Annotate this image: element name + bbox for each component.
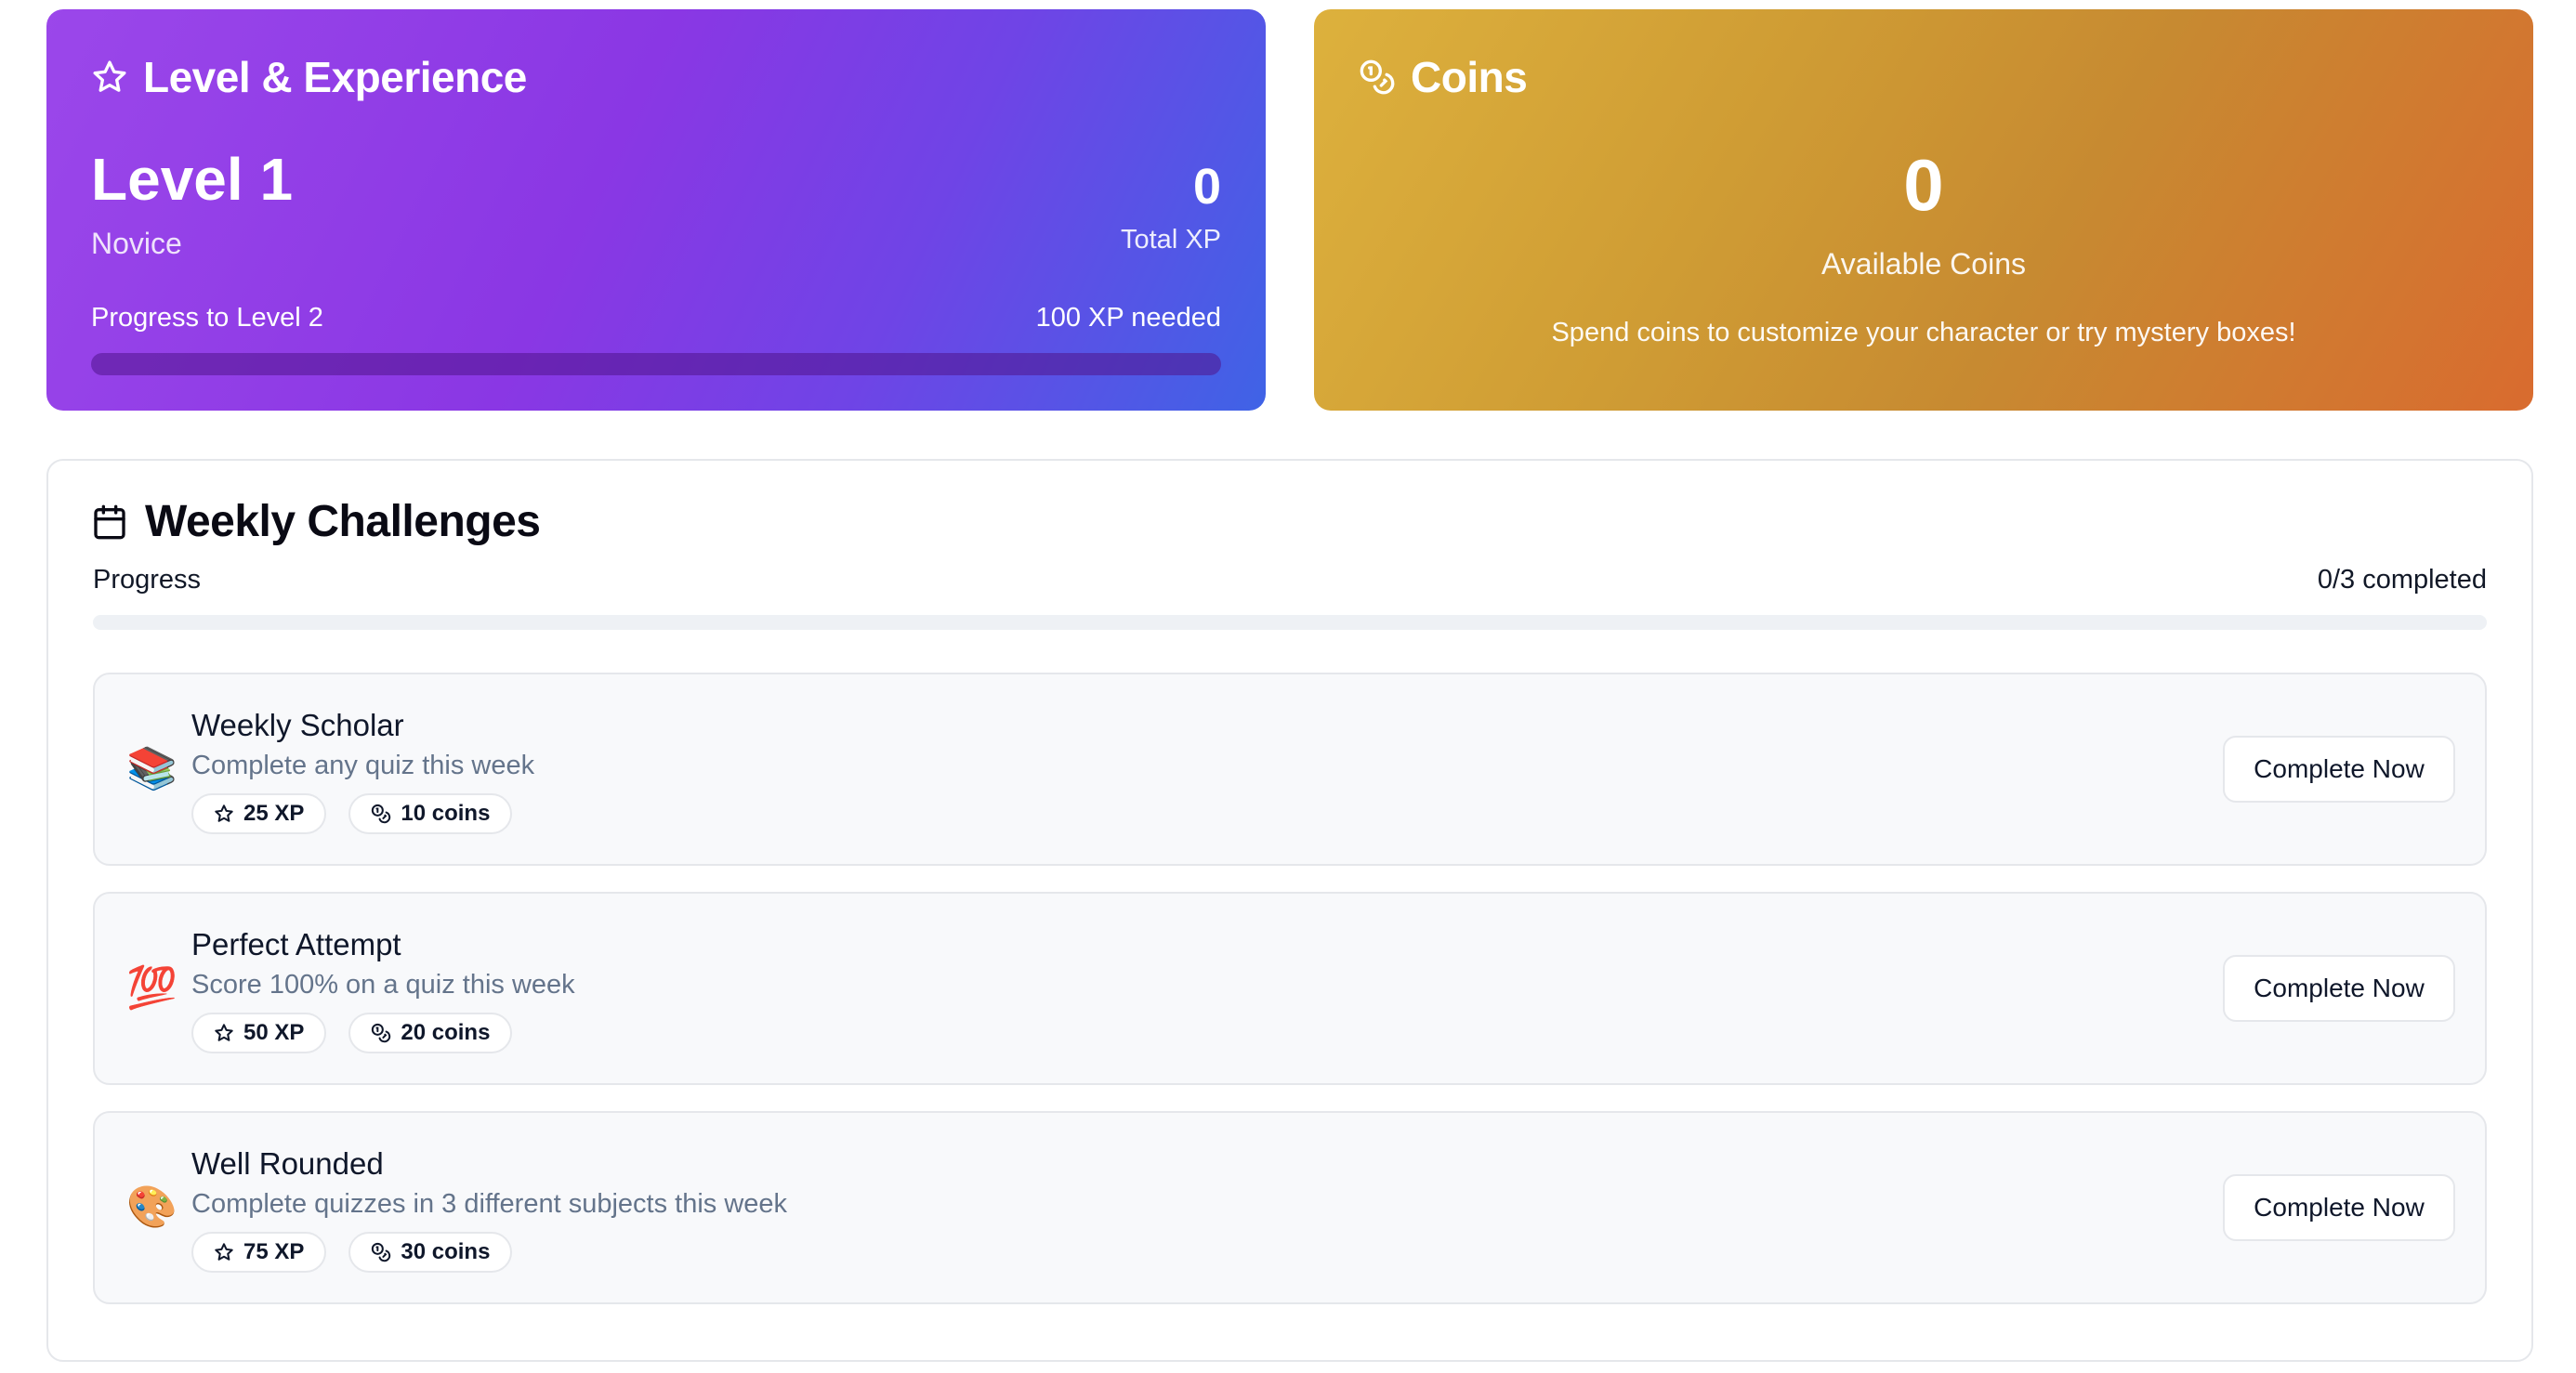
challenge-name: Weekly Scholar (191, 708, 404, 742)
level-progress-bar (91, 353, 1221, 375)
challenge-description: Complete any quiz this week (191, 751, 535, 780)
xp-reward: 75 XP (243, 1239, 305, 1264)
weekly-challenges-panel: Weekly Challenges Progress 0/3 completed… (46, 459, 2533, 1362)
coins-amount: 0 (1903, 144, 1944, 226)
coin-reward: 30 coins (401, 1239, 491, 1264)
coins-card-title: Coins (1411, 53, 1528, 101)
xp-needed: 100 XP needed (1035, 303, 1221, 333)
calendar-icon (94, 504, 125, 539)
challenge-description: Complete quizzes in 3 different subjects… (191, 1189, 788, 1219)
coins-card: Coins 0 Available Coins Spend coins to c… (1314, 9, 2533, 411)
xp-reward: 50 XP (243, 1020, 305, 1045)
weekly-progress-label: Progress (93, 565, 202, 595)
challenge-rewards: 50 XP 20 coins (191, 1013, 513, 1053)
complete-now-button[interactable]: Complete Now (2223, 955, 2455, 1022)
coins-card-header: Coins (1359, 52, 1528, 102)
challenge-rewards: 75 XP 30 coins (191, 1232, 513, 1273)
complete-now-button[interactable]: Complete Now (2223, 736, 2455, 803)
star-icon (215, 1243, 233, 1261)
level-card-header: Level & Experience (91, 52, 527, 102)
xp-reward-badge: 50 XP (191, 1013, 327, 1053)
star-icon (215, 804, 233, 822)
xp-reward: 25 XP (243, 801, 305, 826)
star-icon (215, 1024, 233, 1041)
challenge-item: 💯 Perfect Attempt Score 100% on a quiz t… (93, 892, 2487, 1085)
xp-reward-badge: 25 XP (191, 793, 327, 834)
challenge-item: 📚 Weekly Scholar Complete any quiz this … (93, 673, 2487, 866)
coins-amount-label: Available Coins (1821, 247, 2026, 281)
total-xp-value: 0 (1192, 159, 1221, 215)
hundred-points-emoji-icon: 💯 (126, 964, 177, 1012)
coins-icon (1360, 59, 1395, 95)
level-progress-label: Progress to Level 2 (91, 303, 323, 333)
star-icon (93, 60, 126, 92)
level-rank: Novice (91, 227, 182, 260)
coins-icon (372, 1023, 391, 1043)
coin-reward-badge: 30 coins (348, 1232, 513, 1273)
challenge-item: 🎨 Well Rounded Complete quizzes in 3 dif… (93, 1111, 2487, 1304)
weekly-progress-bar (93, 615, 2487, 630)
weekly-progress-count: 0/3 completed (2317, 565, 2487, 595)
coins-icon (372, 804, 391, 824)
current-level: Level 1 (91, 146, 294, 213)
xp-reward-badge: 75 XP (191, 1232, 327, 1273)
coin-reward: 10 coins (401, 801, 491, 826)
challenge-rewards: 25 XP 10 coins (191, 793, 513, 834)
coin-reward-badge: 20 coins (348, 1013, 513, 1053)
gamification-dashboard: Level & Experience Level 1 Novice 0 Tota… (0, 0, 2576, 1373)
challenge-name: Perfect Attempt (191, 927, 401, 961)
total-xp-label: Total XP (1121, 225, 1221, 255)
challenge-name: Well Rounded (191, 1146, 384, 1181)
coin-reward: 20 coins (401, 1020, 491, 1045)
weekly-challenges-title: Weekly Challenges (145, 497, 541, 546)
complete-now-button[interactable]: Complete Now (2223, 1174, 2455, 1241)
level-experience-card: Level & Experience Level 1 Novice 0 Tota… (46, 9, 1266, 411)
artist-palette-emoji-icon: 🎨 (126, 1183, 177, 1231)
challenge-description: Score 100% on a quiz this week (191, 970, 575, 1000)
level-card-title: Level & Experience (143, 53, 527, 101)
coins-icon (372, 1242, 391, 1262)
coin-reward-badge: 10 coins (348, 793, 513, 834)
coins-description: Spend coins to customize your character … (1551, 318, 2296, 347)
books-emoji-icon: 📚 (126, 745, 177, 792)
weekly-challenges-header: Weekly Challenges (91, 496, 541, 547)
